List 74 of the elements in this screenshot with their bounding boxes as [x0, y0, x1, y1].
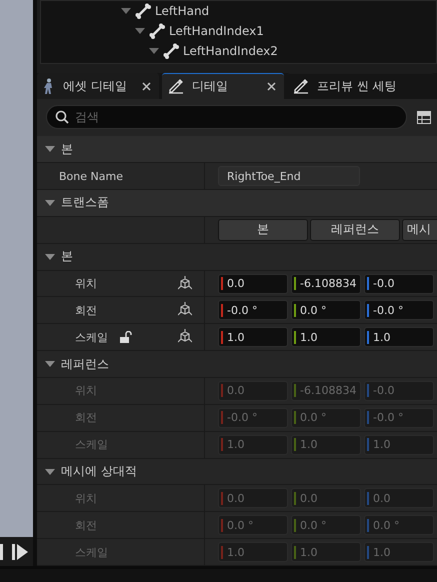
bone-tree-item[interactable]: LeftHand [155, 4, 210, 18]
close-icon[interactable] [142, 82, 151, 91]
bone-tree-item[interactable]: LeftHandIndex1 [169, 24, 264, 38]
number-field: 1.0 [291, 434, 361, 455]
number-field: -6.108834 [291, 380, 361, 401]
number-field[interactable]: 0.0 ° [291, 300, 361, 320]
collapse-arrow-icon[interactable] [45, 198, 55, 207]
number-field[interactable]: -0.0 [364, 274, 434, 294]
number-field: 0.0 ° [218, 515, 288, 536]
number-field: 1.0 [291, 542, 361, 562]
number-field: -0.0 ° [364, 408, 434, 428]
unlocked-padlock-icon[interactable] [120, 331, 132, 344]
close-icon[interactable] [267, 82, 276, 91]
number-field: 0.0 [218, 488, 288, 508]
group-title: 본 [61, 248, 73, 266]
bone-icon [135, 3, 151, 19]
number-field[interactable]: 1.0 [218, 327, 288, 348]
collapse-arrow-icon[interactable] [135, 27, 145, 35]
group-title: 메시에 상대적 [61, 463, 137, 480]
bone-tree-item[interactable]: LeftHandIndex2 [183, 44, 278, 58]
collapse-arrow-icon[interactable] [45, 145, 55, 154]
mode-button[interactable]: 레퍼런스 [310, 218, 400, 241]
section-header[interactable]: 본 [37, 136, 437, 164]
number-field[interactable]: -0.0 ° [218, 300, 288, 320]
section-title: 본 [61, 140, 73, 158]
number-field[interactable]: 1.0 [291, 327, 361, 348]
panel-tab[interactable]: 디테일 [162, 72, 284, 99]
property-label: 스케일 [75, 437, 108, 452]
search-icon [55, 110, 69, 124]
property-label: 스케일 [75, 330, 108, 345]
property-label: 위치 [75, 383, 97, 398]
section-header[interactable]: 트랜스폼 [37, 190, 437, 217]
property-label: Bone Name [58, 170, 123, 183]
number-field: -0.0 ° [218, 408, 288, 428]
bone-icon [163, 43, 179, 59]
number-field: -0.0 [364, 380, 434, 401]
panel-tab[interactable]: 에셋 디테일 [37, 72, 159, 99]
collapse-arrow-icon[interactable] [45, 252, 55, 261]
number-field: 0.0 [218, 380, 288, 401]
number-field: 1.0 [364, 434, 434, 455]
number-field: 1.0 [364, 542, 434, 562]
group-header[interactable]: 본 [37, 244, 437, 271]
section-title: 트랜스폼 [61, 194, 109, 212]
pencil-icon [168, 78, 184, 94]
table-view-icon[interactable] [417, 110, 431, 124]
collapse-arrow-icon[interactable] [121, 7, 131, 15]
property-label: 위치 [75, 276, 97, 292]
number-field: 0.0 ° [291, 515, 361, 536]
number-field[interactable]: -0.0 ° [364, 300, 434, 320]
pencil-icon [293, 78, 309, 94]
number-field[interactable]: 1.0 [364, 327, 434, 348]
mode-button[interactable]: 메시 [402, 218, 437, 241]
number-field: 1.0 [218, 542, 288, 562]
bone-name-field[interactable]: RightToe_End [218, 166, 360, 186]
collapse-arrow-icon[interactable] [149, 47, 159, 55]
number-field: 1.0 [218, 434, 288, 455]
number-field[interactable]: 0.0 [218, 274, 288, 294]
property-label: 회전 [75, 518, 97, 533]
search-field[interactable]: 검색 [46, 105, 407, 130]
bone-icon [149, 23, 165, 39]
number-field[interactable]: -6.108834 [291, 274, 361, 294]
figure-icon [43, 78, 55, 94]
number-field: 0.0 [364, 488, 434, 508]
play-icon[interactable] [0, 542, 30, 562]
number-field: 0.0 ° [291, 408, 361, 428]
mode-button[interactable]: 본 [218, 218, 308, 241]
property-label: 회전 [75, 410, 97, 426]
property-label: 스케일 [75, 544, 108, 560]
property-label: 회전 [75, 302, 97, 318]
number-field: 0.0 ° [364, 515, 434, 536]
group-title: 레퍼런스 [61, 356, 109, 373]
gizmo-icon[interactable] [178, 276, 192, 292]
number-field: 0.0 [291, 488, 361, 508]
property-label: 위치 [75, 490, 97, 506]
